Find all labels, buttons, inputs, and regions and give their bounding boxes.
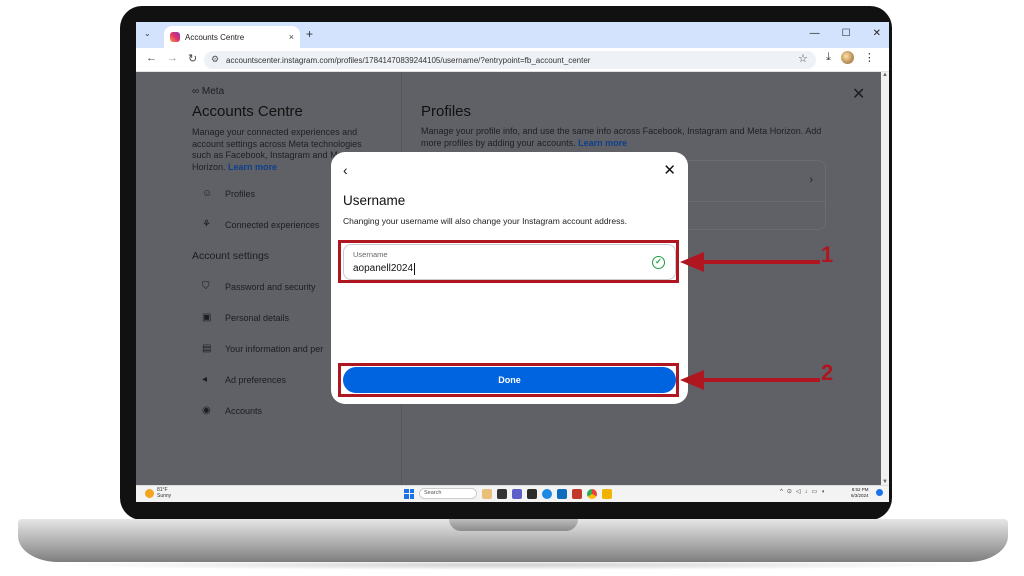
- step-label-2: 2: [821, 360, 834, 385]
- taskbar-clock[interactable]: 8:52 PM 6/3/2024: [851, 487, 869, 499]
- reload-icon[interactable]: ↻: [188, 52, 197, 65]
- chevron-right-icon: ›: [809, 174, 813, 186]
- sun-icon: [145, 488, 154, 498]
- tab-close-icon[interactable]: ×: [289, 32, 294, 42]
- close-page-icon[interactable]: ✕: [852, 84, 865, 104]
- tab-accounts-centre[interactable]: Accounts Centre ×: [164, 26, 300, 48]
- chevron-up-icon[interactable]: ^: [780, 489, 783, 495]
- battery-icon[interactable]: ▭: [811, 488, 817, 495]
- sidebar-item-label: Connected experiences: [225, 219, 320, 230]
- back-arrow-icon[interactable]: ‹: [343, 162, 348, 178]
- weather-widget[interactable]: 81°F Sunny: [145, 487, 171, 499]
- windows-start-icon[interactable]: [404, 488, 414, 499]
- window-controls: — ☐ ✕: [810, 28, 881, 39]
- arrow-icon[interactable]: ↓: [804, 489, 807, 495]
- app-icon[interactable]: [482, 488, 492, 499]
- bookmark-star-icon[interactable]: ☆: [798, 52, 808, 65]
- laptop-notch: [449, 519, 578, 531]
- clock-time: 8:52 PM: [851, 487, 869, 492]
- sidebar-item-ad-preferences[interactable]: ◂ Ad preferences: [192, 374, 286, 385]
- arrow-pointer-2: [680, 370, 820, 390]
- connected-icon: ⚘: [202, 219, 211, 230]
- account-circle-icon: ◉: [202, 405, 211, 416]
- menu-kebab-icon[interactable]: ⋮: [864, 51, 875, 64]
- edge-icon[interactable]: [542, 488, 552, 499]
- sidebar-item-label: Accounts: [225, 405, 263, 416]
- sidebar-item-connected-experiences[interactable]: ⚘ Connected experiences: [192, 219, 320, 230]
- highlight-box-done: [338, 363, 679, 397]
- volume-icon[interactable]: ◖: [821, 489, 825, 495]
- forward-icon[interactable]: →: [167, 52, 178, 64]
- info-icon: ▤: [202, 343, 212, 354]
- main-learn-more-link[interactable]: Learn more: [578, 138, 627, 148]
- network-icon[interactable]: ⊙: [787, 488, 792, 495]
- url-text: accountscenter.instagram.com/profiles/17…: [226, 55, 591, 65]
- megaphone-icon: ◂: [202, 374, 208, 385]
- teams-icon[interactable]: [512, 488, 522, 499]
- sidebar-item-label: Ad preferences: [225, 374, 287, 385]
- windows-taskbar: 81°F Sunny Search ^ ⊙ ◁ ↓ ▭ ◖ 8:52 PM 6/…: [136, 485, 889, 502]
- sidebar-item-your-information[interactable]: ▤ Your information and per: [192, 343, 323, 354]
- step-label-1: 1: [821, 242, 834, 267]
- send-icon[interactable]: ◁: [796, 488, 801, 495]
- sidebar-item-label: Password and security: [225, 281, 316, 292]
- dialog-title: Username: [343, 193, 406, 208]
- tab-title: Accounts Centre: [185, 32, 245, 42]
- id-card-icon: ▣: [202, 312, 212, 323]
- weather-text: 81°F Sunny: [157, 487, 171, 499]
- new-tab-button[interactable]: +: [306, 27, 313, 41]
- sidebar-item-label: Personal details: [225, 312, 290, 323]
- download-icon[interactable]: ⤓: [826, 51, 831, 64]
- weather-desc: Sunny: [157, 493, 172, 499]
- dialog-subtitle: Changing your username will also change …: [343, 216, 627, 226]
- page-title: Profiles: [421, 103, 472, 120]
- tab-search-icon[interactable]: ⌄: [144, 29, 151, 38]
- sidebar-item-profiles[interactable]: ☺ Profiles: [192, 188, 255, 199]
- tab-strip: ⌄ Accounts Centre × + — ☐ ✕: [136, 22, 889, 48]
- stage: ⌄ Accounts Centre × + — ☐ ✕ ← → ↻ ⚙ acco…: [0, 0, 1024, 576]
- notification-icon[interactable]: [876, 489, 883, 496]
- sidebar-item-password-security[interactable]: ⛉ Password and security: [192, 281, 316, 292]
- meta-logo: ∞ Meta: [192, 86, 225, 97]
- sidebar-title: Accounts Centre: [192, 103, 303, 120]
- taskbar-apps: Search: [404, 488, 612, 499]
- toolbar-right: ⤓ ⋮: [826, 51, 875, 64]
- scrollbar[interactable]: ▲ ▼: [881, 72, 889, 485]
- maximize-icon[interactable]: ☐: [842, 28, 851, 39]
- chrome-icon[interactable]: [587, 488, 597, 499]
- app-icon[interactable]: [572, 488, 582, 499]
- sidebar-item-accounts[interactable]: ◉ Accounts: [192, 405, 262, 416]
- scroll-up-icon[interactable]: ▲: [882, 72, 888, 78]
- minimize-icon[interactable]: —: [810, 28, 820, 39]
- site-info-icon[interactable]: ⚙: [211, 54, 219, 65]
- app-icon[interactable]: [527, 488, 537, 499]
- instagram-favicon-icon: [170, 32, 180, 42]
- close-window-icon[interactable]: ✕: [873, 28, 881, 39]
- clock-date: 6/3/2024: [851, 493, 869, 498]
- page-description: Manage your profile info, and use the sa…: [421, 126, 841, 149]
- close-icon[interactable]: ✕: [663, 161, 676, 179]
- browser-toolbar: ← → ↻ ⚙ accountscenter.instagram.com/pro…: [136, 48, 889, 72]
- address-bar[interactable]: ⚙ accountscenter.instagram.com/profiles/…: [204, 51, 816, 69]
- arrow-pointer-1: [680, 252, 820, 272]
- back-icon[interactable]: ←: [146, 52, 157, 64]
- profile-avatar[interactable]: [840, 51, 854, 64]
- highlight-box-username: [338, 240, 679, 283]
- shield-icon: ⛉: [202, 281, 210, 292]
- person-icon: ☺: [202, 188, 213, 199]
- account-settings-heading: Account settings: [192, 250, 270, 262]
- sidebar-item-personal-details[interactable]: ▣ Personal details: [192, 312, 289, 323]
- sidebar-item-label: Your information and per: [225, 343, 324, 354]
- app-icon[interactable]: [602, 488, 612, 499]
- system-tray: ^ ⊙ ◁ ↓ ▭ ◖: [780, 488, 825, 496]
- sidebar-item-label: Profiles: [225, 188, 256, 199]
- sidebar-learn-more-link[interactable]: Learn more: [228, 162, 277, 172]
- taskbar-search[interactable]: Search: [419, 488, 477, 499]
- app-icon[interactable]: [557, 488, 567, 499]
- app-icon[interactable]: [497, 488, 507, 499]
